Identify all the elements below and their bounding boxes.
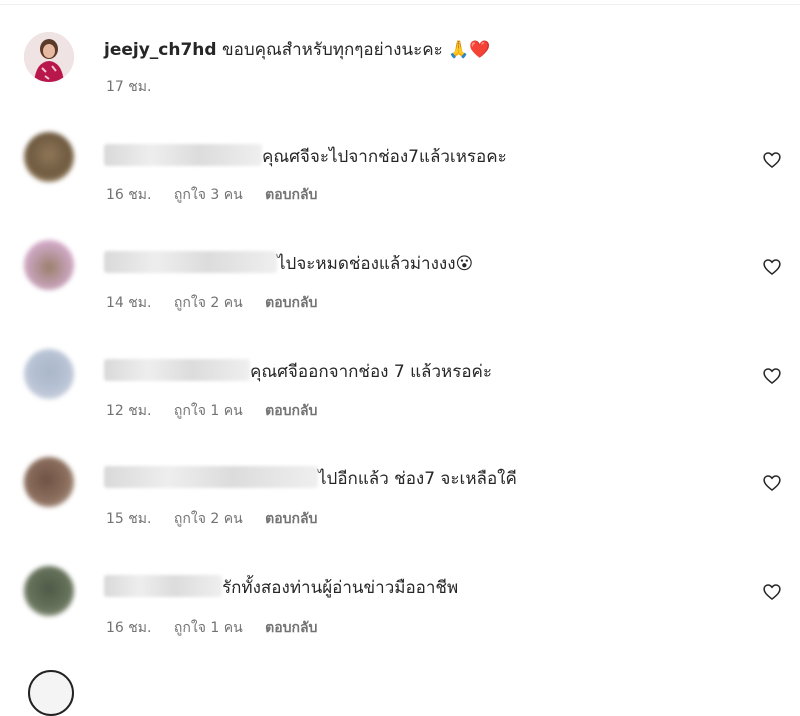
comment-text: คุณศจีออกจากช่อง 7 แล้วหรอค่ะ <box>250 362 493 382</box>
comment-time[interactable]: 16 ชม. <box>106 620 151 636</box>
heart-outline-icon[interactable] <box>762 257 782 277</box>
heart-outline-icon[interactable] <box>762 366 782 386</box>
comment-text: ไปจะหมดช่องแล้วม่างงง <box>277 254 456 274</box>
blurred-username[interactable] <box>104 359 250 381</box>
comment-text: คุณศจีจะไปจากช่อง7แล้วเหรอคะ <box>262 147 507 167</box>
comment-likes[interactable]: ถูกใจ 1 คน <box>174 403 243 419</box>
top-divider <box>0 4 800 5</box>
comment-likes[interactable]: ถูกใจ 2 คน <box>174 511 243 527</box>
user-avatar[interactable] <box>24 457 74 507</box>
comment-time[interactable]: 12 ชม. <box>106 403 151 419</box>
comment-time[interactable]: 17 ชม. <box>106 79 151 95</box>
reply-button[interactable]: ตอบกลับ <box>265 620 317 636</box>
pray-emoji-icon: 🙏 <box>448 40 470 60</box>
comment-text: รักทั้งสองท่านผู้อ่านข่าวมืออาชีพ <box>222 578 459 598</box>
reply-button[interactable]: ตอบกลับ <box>265 511 317 527</box>
user-avatar[interactable] <box>24 566 74 616</box>
user-avatar[interactable] <box>24 132 74 182</box>
blurred-username[interactable] <box>104 251 277 273</box>
user-avatar[interactable] <box>24 349 74 399</box>
owner-comment-text: ขอบคุณสำหรับทุกๆอย่างนะคะ <box>221 40 443 60</box>
surprised-emoji-icon: 😮 <box>455 254 474 274</box>
reply-button[interactable]: ตอบกลับ <box>265 403 317 419</box>
comment-likes[interactable]: ถูกใจ 3 คน <box>174 187 243 203</box>
blurred-username[interactable] <box>104 575 222 597</box>
comment-time[interactable]: 16 ชม. <box>106 187 151 203</box>
next-comment-avatar[interactable] <box>28 670 74 716</box>
comment-likes[interactable]: ถูกใจ 2 คน <box>174 295 243 311</box>
comment-time[interactable]: 15 ชม. <box>106 511 151 527</box>
blurred-username[interactable] <box>104 466 318 488</box>
reply-button[interactable]: ตอบกลับ <box>265 295 317 311</box>
user-avatar[interactable] <box>24 240 74 290</box>
heart-outline-icon[interactable] <box>762 582 782 602</box>
heart-emoji-icon: ❤️ <box>469 40 491 60</box>
comment-time[interactable]: 14 ชม. <box>106 295 151 311</box>
heart-outline-icon[interactable] <box>762 473 782 493</box>
heart-outline-icon[interactable] <box>762 150 782 170</box>
comment-text: ไปอีกแล้ว ช่อง7 จะเหลือใคี <box>318 469 517 489</box>
owner-username[interactable]: jeejy_ch7hd <box>104 40 217 60</box>
comment-likes[interactable]: ถูกใจ 1 คน <box>174 620 243 636</box>
owner-avatar-image <box>24 32 74 82</box>
owner-avatar[interactable] <box>24 32 74 82</box>
reply-button[interactable]: ตอบกลับ <box>265 187 317 203</box>
blurred-username[interactable] <box>104 144 262 166</box>
